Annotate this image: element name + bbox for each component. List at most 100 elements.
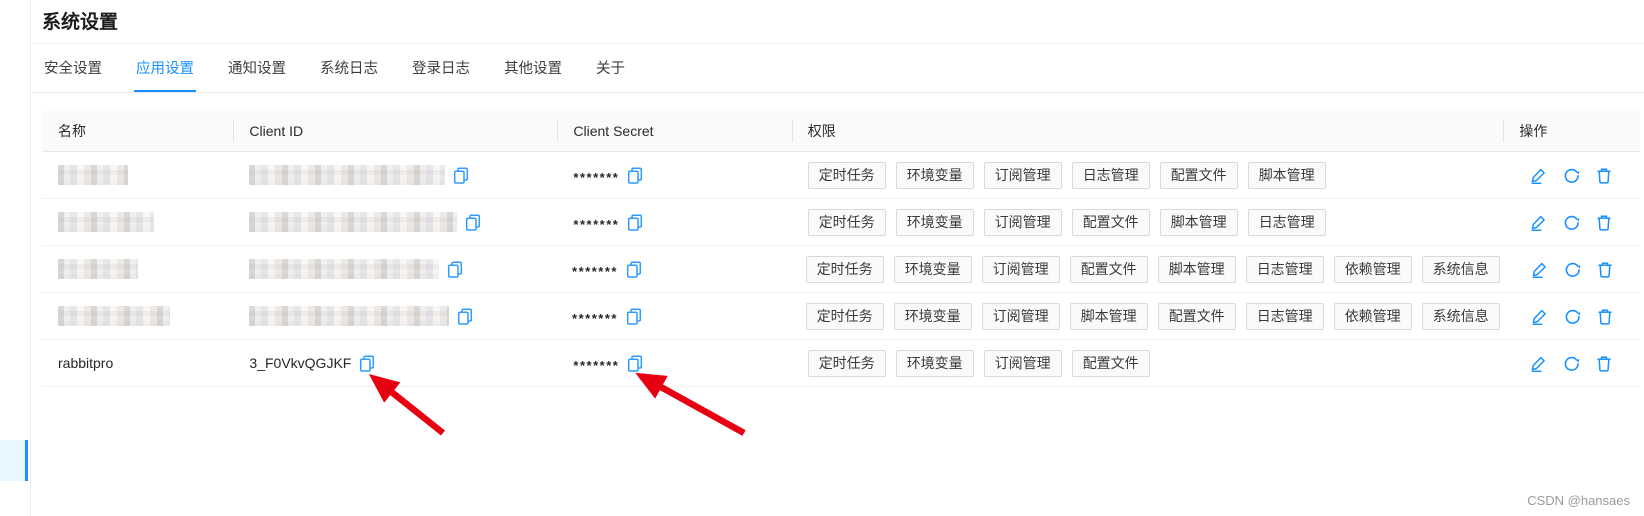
permission-tag: 依赖管理 [1334, 303, 1412, 330]
copy-client-secret-button[interactable] [626, 308, 642, 325]
client-secret-masked: ******* [573, 217, 619, 232]
client-secret-cell: ******* [557, 214, 791, 231]
client-secret-masked: ******* [572, 264, 618, 279]
sync-button[interactable] [1563, 355, 1580, 372]
permission-tag: 日志管理 [1246, 256, 1324, 283]
sync-button[interactable] [1563, 214, 1580, 231]
column-header-name: 名称 [42, 111, 233, 151]
name-cell [42, 212, 233, 232]
redacted-client-id [249, 306, 449, 326]
client-id-value: 3_F0VkvQGJKF [249, 355, 351, 371]
permission-tag: 系统信息 [1422, 256, 1500, 283]
table-body: ******* 定时任务环境变量订阅管理日志管理配置文件脚本管理 *******… [42, 152, 1640, 387]
delete-button[interactable] [1596, 167, 1612, 184]
delete-button[interactable] [1596, 214, 1612, 231]
copy-client-secret-button[interactable] [627, 167, 643, 184]
app-name: rabbitpro [58, 355, 113, 371]
copy-icon [465, 214, 481, 231]
client-id-cell [233, 212, 557, 232]
permission-tag: 脚本管理 [1070, 303, 1148, 330]
copy-client-id-button[interactable] [457, 308, 473, 325]
copy-client-id-button[interactable] [465, 214, 481, 231]
copy-icon [359, 355, 375, 372]
tab-application[interactable]: 应用设置 [134, 44, 196, 92]
copy-client-id-button[interactable] [359, 355, 375, 372]
settings-page: 系统设置 安全设置应用设置通知设置系统日志登录日志其他设置关于 名称Client… [32, 0, 1644, 387]
column-header-client-secret: Client Secret [557, 111, 791, 151]
table-row: ******* 定时任务环境变量订阅管理配置文件脚本管理日志管理 [42, 199, 1640, 246]
permission-tag: 环境变量 [896, 350, 974, 377]
edit-button[interactable] [1530, 214, 1547, 231]
redacted-name [58, 165, 128, 185]
redacted-name [58, 212, 154, 232]
permission-tag: 脚本管理 [1160, 209, 1238, 236]
sidebar-selected-item[interactable] [0, 440, 28, 481]
permission-tag: 订阅管理 [982, 303, 1060, 330]
permission-tag: 订阅管理 [984, 209, 1062, 236]
edit-button[interactable] [1530, 167, 1547, 184]
permissions-cell: 定时任务环境变量订阅管理配置文件脚本管理日志管理依赖管理系统信息 [790, 256, 1504, 283]
copy-icon [626, 308, 642, 325]
permission-tag: 系统信息 [1422, 303, 1500, 330]
edit-icon [1531, 261, 1548, 278]
edit-icon [1531, 308, 1548, 325]
delete-icon [1596, 167, 1612, 184]
client-secret-cell: ******* [556, 308, 790, 325]
table-header: 名称Client IDClient Secret权限操作 [42, 111, 1640, 152]
client-secret-cell: ******* [557, 167, 791, 184]
tab-system-log[interactable]: 系统日志 [318, 44, 380, 92]
page-title: 系统设置 [32, 0, 1644, 44]
permissions-cell: 定时任务环境变量订阅管理配置文件脚本管理日志管理 [792, 209, 1504, 236]
permission-tag: 依赖管理 [1334, 256, 1412, 283]
copy-client-secret-button[interactable] [627, 214, 643, 231]
client-secret-masked: ******* [573, 358, 619, 373]
edit-button[interactable] [1531, 261, 1548, 278]
column-header-client-id: Client ID [233, 111, 557, 151]
permission-tag: 订阅管理 [982, 256, 1060, 283]
copy-icon [627, 214, 643, 231]
client-id-cell [233, 165, 557, 185]
edit-button[interactable] [1531, 308, 1548, 325]
permission-tag: 配置文件 [1070, 256, 1148, 283]
tab-login-log[interactable]: 登录日志 [410, 44, 472, 92]
sync-button[interactable] [1564, 308, 1581, 325]
permission-tag: 定时任务 [808, 209, 886, 236]
permission-tag: 配置文件 [1072, 209, 1150, 236]
app-root: 系统设置 安全设置应用设置通知设置系统日志登录日志其他设置关于 名称Client… [0, 0, 1644, 516]
permission-tag: 配置文件 [1158, 303, 1236, 330]
tab-notification[interactable]: 通知设置 [226, 44, 288, 92]
redacted-client-id [249, 212, 457, 232]
redacted-client-id [249, 165, 445, 185]
column-header-actions: 操作 [1503, 111, 1640, 151]
tab-security[interactable]: 安全设置 [42, 44, 104, 92]
table-row: ******* 定时任务环境变量订阅管理日志管理配置文件脚本管理 [42, 152, 1640, 199]
edit-icon [1530, 214, 1547, 231]
copy-client-id-button[interactable] [453, 167, 469, 184]
edit-icon [1530, 355, 1547, 372]
delete-icon [1596, 214, 1612, 231]
name-cell: rabbitpro [42, 355, 233, 371]
watermark: CSDN @hansaes [1527, 493, 1630, 508]
delete-button[interactable] [1596, 355, 1612, 372]
applications-table: 名称Client IDClient Secret权限操作 ******* 定时任… [42, 111, 1640, 387]
delete-button[interactable] [1597, 261, 1613, 278]
copy-icon [457, 308, 473, 325]
copy-client-secret-button[interactable] [627, 355, 643, 372]
delete-button[interactable] [1597, 308, 1613, 325]
copy-client-secret-button[interactable] [626, 261, 642, 278]
sync-button[interactable] [1564, 261, 1581, 278]
edit-button[interactable] [1530, 355, 1547, 372]
permission-tag: 日志管理 [1072, 162, 1150, 189]
sync-icon [1563, 167, 1580, 184]
sync-button[interactable] [1563, 167, 1580, 184]
permission-tag: 订阅管理 [984, 162, 1062, 189]
column-header-permissions: 权限 [792, 111, 1504, 151]
tab-other[interactable]: 其他设置 [502, 44, 564, 92]
name-cell [42, 306, 233, 326]
tab-about[interactable]: 关于 [594, 44, 627, 92]
copy-client-id-button[interactable] [447, 261, 463, 278]
table-row: rabbitpro3_F0VkvQGJKF ******* 定时任务环境变量订阅… [42, 340, 1640, 387]
permission-tag: 定时任务 [806, 303, 884, 330]
permission-tag: 环境变量 [896, 209, 974, 236]
delete-icon [1597, 261, 1613, 278]
